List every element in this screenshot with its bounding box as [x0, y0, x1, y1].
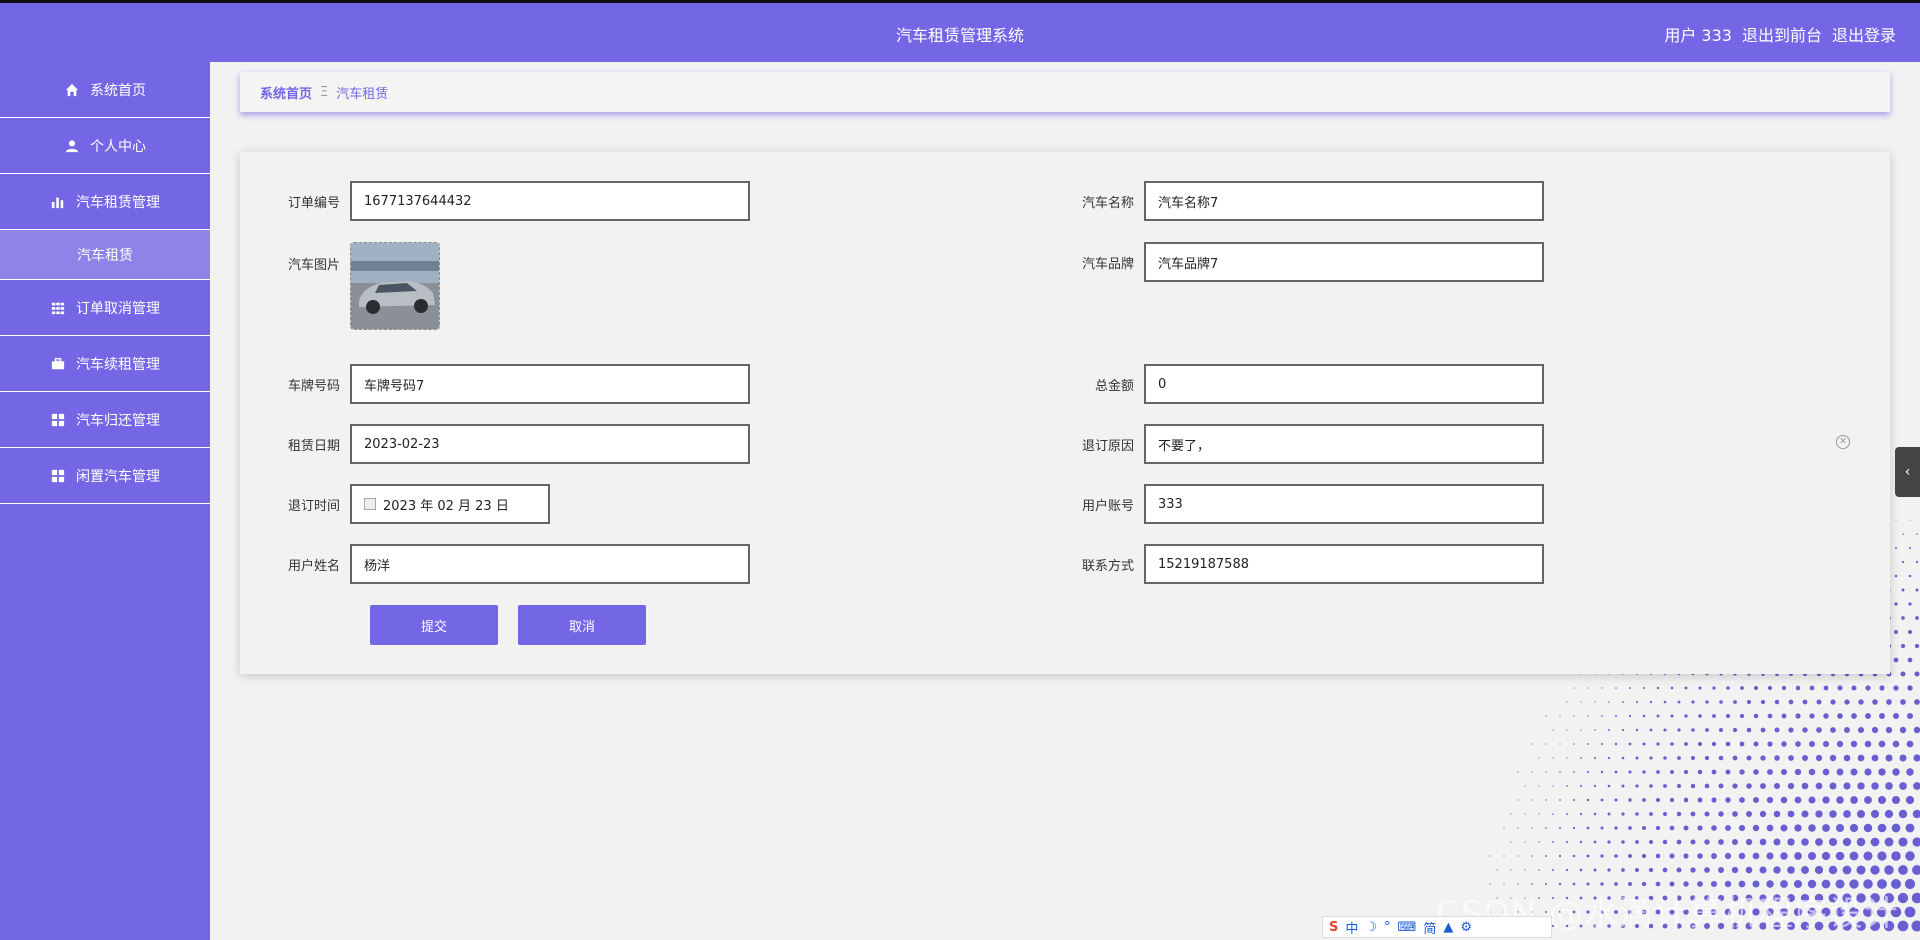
collapse-panel-tab[interactable]: ‹ — [1895, 447, 1920, 497]
user-name-label: 用户姓名 — [287, 558, 340, 574]
ime-chinese-icon: 中 — [1345, 921, 1359, 937]
order-no-input[interactable]: 1677137644432 — [350, 181, 750, 221]
plate-no-field: 车牌号码 车牌号码7 — [270, 364, 750, 404]
order-no-field: 订单编号 1677137644432 — [270, 181, 750, 221]
sidebar-item-label: 闲置汽车管理 — [76, 468, 160, 485]
app-title: 汽车租赁管理系统 — [895, 26, 1024, 45]
car-name-label: 汽车名称 — [1081, 195, 1134, 211]
logout-link[interactable]: 退出登录 — [1832, 22, 1896, 46]
ime-punct-icon: ° — [1384, 919, 1391, 935]
ime-moon-icon: ☽ — [1365, 919, 1378, 935]
sidebar-item-renew[interactable]: 汽车续租管理 — [0, 336, 210, 392]
sidebar: 系统首页 个人中心 汽车租赁管理 汽车租赁 订单取消管理 汽车续租管理 汽车归还… — [0, 62, 210, 940]
sidebar-subitem-rental[interactable]: 汽车租赁 — [0, 230, 210, 280]
current-user: 用户 333 — [1664, 26, 1732, 45]
total-amount-input[interactable]: 0 — [1144, 364, 1544, 404]
cancel-time-field: 退订时间 2023 年 02 月 23 日 — [270, 484, 550, 524]
car-image-label: 汽车图片 — [287, 258, 340, 273]
contact-field: 联系方式 15219187588 — [1064, 544, 1544, 584]
breadcrumb: 系统首页 Ξ 汽车租赁 — [240, 72, 1890, 112]
sidebar-item-label: 订单取消管理 — [76, 300, 160, 317]
watermark-faint: · — [1620, 845, 1625, 861]
ime-simplified-icon: 简 — [1423, 921, 1437, 937]
user-name-field: 用户姓名 杨洋 — [270, 544, 750, 584]
sidebar-item-home[interactable]: 系统首页 — [0, 62, 210, 118]
car-name-field: 汽车名称 汽车名称7 — [1064, 181, 1544, 221]
rent-date-label: 租赁日期 — [287, 438, 340, 454]
header-right: 用户 333 退出到前台 退出登录 — [1664, 22, 1896, 46]
sidebar-item-label: 汽车租赁 — [77, 247, 133, 264]
user-account-input[interactable]: 333 — [1144, 484, 1544, 524]
rental-form: 订单编号 1677137644432 汽车名称 汽车名称7 汽车图片 汽车品牌 … — [240, 152, 1890, 674]
bar-chart-icon — [50, 194, 66, 210]
ime-skin-icon: ▲ — [1443, 919, 1454, 935]
sidebar-item-return[interactable]: 汽车归还管理 — [0, 392, 210, 448]
ime-logo-icon: S — [1329, 919, 1339, 935]
home-icon — [64, 82, 80, 98]
breadcrumb-separator: Ξ — [320, 84, 329, 100]
ime-toolbar: S 中 ☽ ° ⌨ 简 ▲ ⚙ — [1322, 916, 1552, 938]
plate-no-label: 车牌号码 — [287, 378, 340, 394]
car-name-input[interactable]: 汽车名称7 — [1144, 181, 1544, 221]
top-bar: 汽车租赁管理系统 用户 333 退出到前台 退出登录 — [0, 0, 1920, 62]
sidebar-item-label: 汽车租赁管理 — [76, 194, 160, 211]
cancel-time-input[interactable]: 2023 年 02 月 23 日 — [350, 484, 550, 524]
cancel-reason-field: 退订原因 不要了， — [1064, 424, 1544, 464]
cancel-reason-input[interactable]: 不要了， — [1144, 424, 1544, 464]
calendar-icon — [364, 498, 376, 510]
grid-icon — [50, 300, 66, 316]
sidebar-item-idle-cars[interactable]: 闲置汽车管理 — [0, 448, 210, 504]
car-brand-field: 汽车品牌 汽车品牌7 — [1064, 242, 1544, 282]
user-account-label: 用户账号 — [1081, 498, 1134, 514]
briefcase-icon — [50, 356, 66, 372]
car-image-field: 汽车图片 — [270, 242, 440, 330]
total-amount-field: 总金额 0 — [1064, 364, 1544, 404]
sidebar-item-profile[interactable]: 个人中心 — [0, 118, 210, 174]
sidebar-item-label: 系统首页 — [90, 82, 146, 99]
contact-label: 联系方式 — [1081, 558, 1134, 574]
ime-settings-icon: ⚙ — [1460, 919, 1472, 935]
user-name-input[interactable]: 杨洋 — [350, 544, 750, 584]
cancel-time-value: 2023 年 02 月 23 日 — [383, 498, 509, 514]
breadcrumb-home[interactable]: 系统首页 — [260, 83, 312, 102]
plate-no-input[interactable]: 车牌号码7 — [350, 364, 750, 404]
apps-icon — [50, 412, 66, 428]
sidebar-item-order-cancel[interactable]: 订单取消管理 — [0, 280, 210, 336]
car-brand-label: 汽车品牌 — [1081, 256, 1134, 272]
user-icon — [64, 138, 80, 154]
ime-keyboard-icon: ⌨ — [1397, 919, 1417, 935]
back-to-front-link[interactable]: 退出到前台 — [1742, 22, 1822, 46]
clear-icon[interactable]: ✕ — [1836, 435, 1850, 449]
apps-icon — [50, 468, 66, 484]
car-image[interactable] — [350, 242, 440, 330]
breadcrumb-current: 汽车租赁 — [336, 86, 389, 102]
sidebar-item-label: 汽车续租管理 — [76, 356, 160, 373]
car-brand-input[interactable]: 汽车品牌7 — [1144, 242, 1544, 282]
submit-button[interactable]: 提交 — [370, 605, 498, 645]
cancel-reason-label: 退订原因 — [1081, 438, 1134, 454]
cancel-button[interactable]: 取消 — [518, 605, 646, 645]
user-account-field: 用户账号 333 — [1064, 484, 1544, 524]
total-amount-label: 总金额 — [1094, 378, 1134, 394]
sidebar-item-rental-manage[interactable]: 汽车租赁管理 — [0, 174, 210, 230]
sidebar-item-label: 个人中心 — [90, 138, 146, 155]
sidebar-item-label: 汽车归还管理 — [76, 412, 160, 429]
rent-date-field: 租赁日期 2023-02-23 — [270, 424, 750, 464]
contact-input[interactable]: 15219187588 — [1144, 544, 1544, 584]
rent-date-input[interactable]: 2023-02-23 — [350, 424, 750, 464]
order-no-label: 订单编号 — [287, 195, 340, 211]
cancel-time-label: 退订时间 — [287, 498, 340, 514]
